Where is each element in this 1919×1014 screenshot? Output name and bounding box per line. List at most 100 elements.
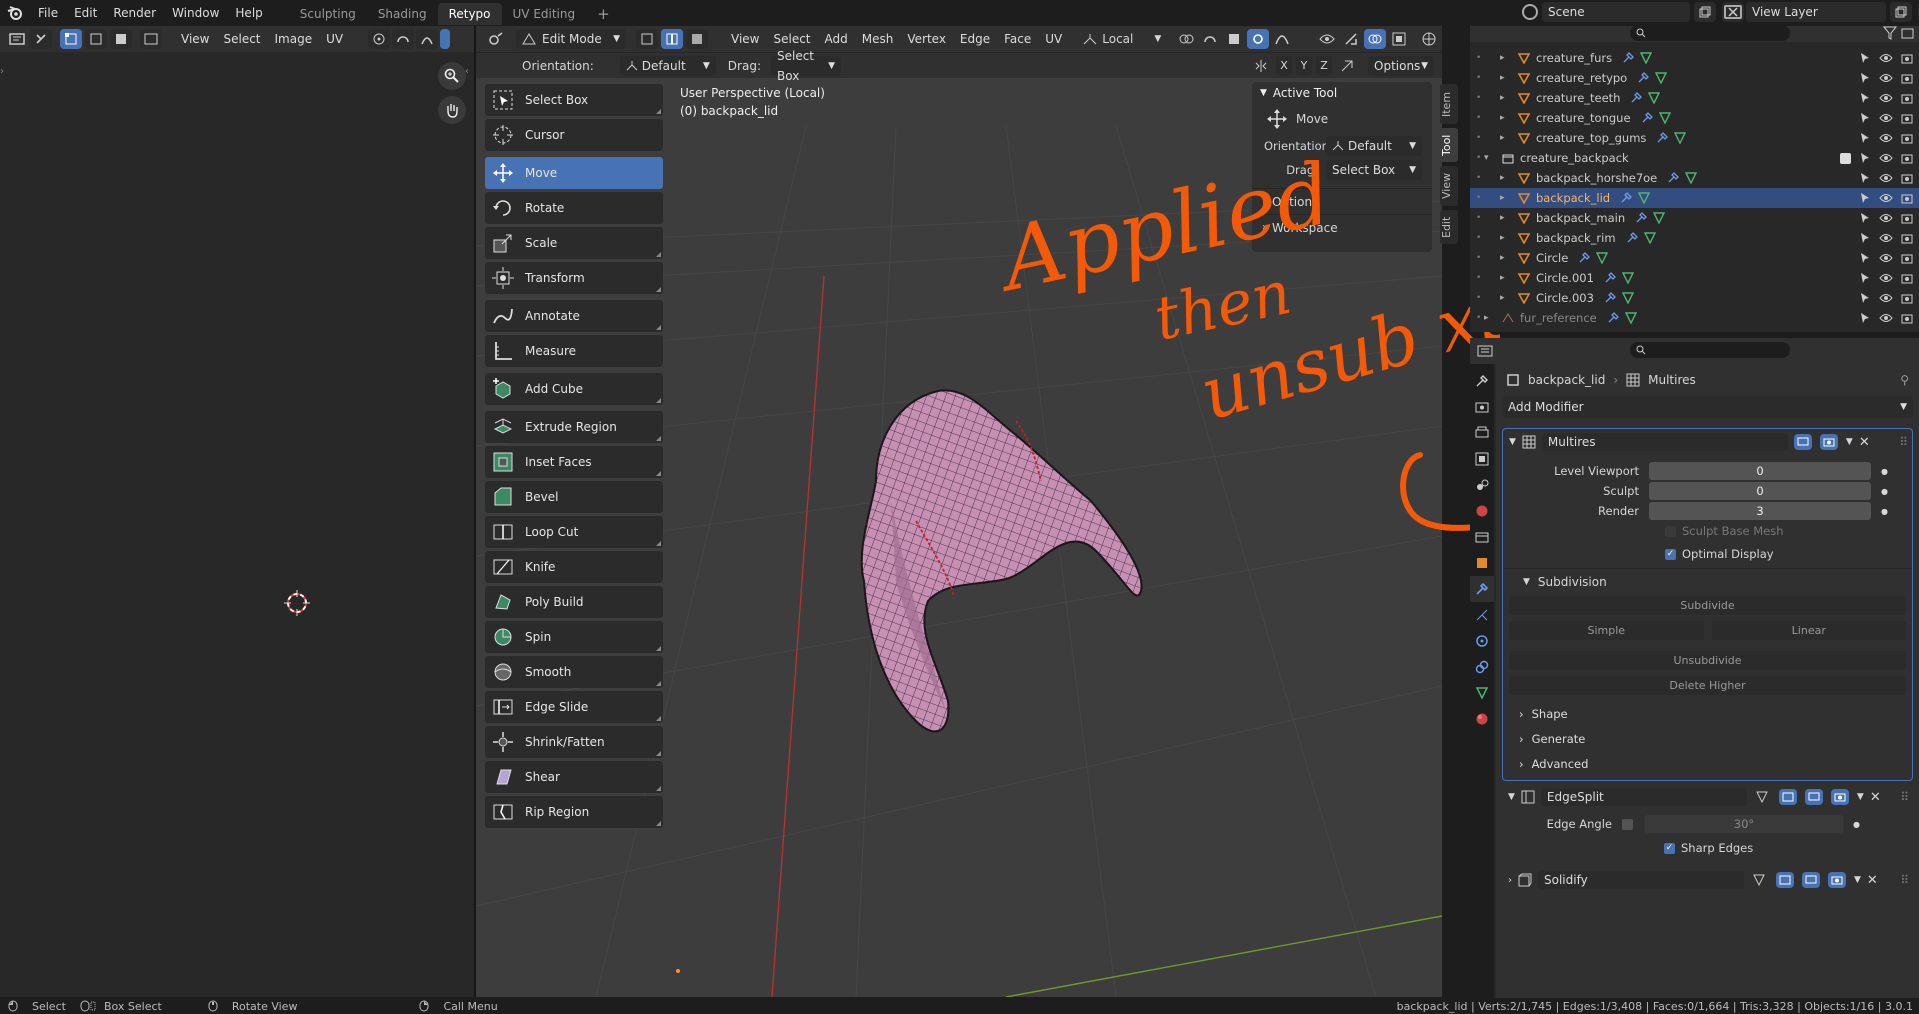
eye-icon[interactable] [1879,92,1893,104]
scene-field[interactable]: Scene [1542,2,1690,22]
data-tab-icon[interactable] [1470,680,1494,706]
uv-menu-view[interactable]: View [174,26,216,52]
drag-handle-icon[interactable]: ⠿ [1899,435,1908,449]
sculpt-base-mesh-row[interactable]: Sculpt Base Mesh [1503,521,1912,541]
delete-modifier-icon[interactable]: ✕ [1870,790,1881,805]
visibility-icon[interactable] [1316,29,1338,49]
simple-button[interactable]: Simple [1509,621,1704,640]
edge-mode-icon[interactable] [661,29,683,49]
viewport-menu-view[interactable]: View [724,26,766,52]
menu-help[interactable]: Help [227,0,270,26]
chevron-down-icon[interactable]: ▾ [1484,153,1496,163]
show-viewport-icon[interactable] [1802,872,1820,888]
selectable-arrow-icon[interactable] [1859,212,1871,224]
chevron-right-icon[interactable]: ▸ [1500,253,1512,263]
outliner-row[interactable]: • ▸ creature_teeth [1470,88,1919,108]
subdivision-section[interactable]: ▼ Subdivision [1503,568,1912,594]
exclude-checkbox[interactable] [1840,152,1851,164]
selectable-arrow-icon[interactable] [1859,312,1871,324]
camera-icon[interactable] [1901,252,1913,264]
on-cage-icon[interactable] [1776,872,1794,888]
chevron-right-icon[interactable]: ▸ [1484,313,1496,323]
chevron-right-icon[interactable]: ▸ [1500,133,1512,143]
constraints-tab-icon[interactable] [1470,654,1494,680]
camera-icon[interactable] [1901,192,1913,204]
menu-window[interactable]: Window [164,0,227,26]
subdivide-button[interactable]: Subdivide [1509,596,1906,615]
outliner-search[interactable] [1630,25,1790,41]
selectable-arrow-icon[interactable] [1859,152,1871,164]
chevron-right-icon[interactable]: ▸ [1500,113,1512,123]
linear-button[interactable]: Linear [1711,621,1906,640]
tool-select-box[interactable]: Select Box [485,84,663,116]
selectable-arrow-icon[interactable] [1859,192,1871,204]
camera-icon[interactable] [1901,132,1913,144]
edgesplit-name-field[interactable]: EdgeSplit [1540,788,1747,806]
tool-loop-cut[interactable]: Loop Cut [485,516,663,548]
add-modifier-dropdown[interactable]: Add Modifier ▼ [1502,396,1913,418]
menu-edit[interactable]: Edit [66,0,105,26]
npanel-orientation-dropdown[interactable]: Default ▼ [1326,136,1422,156]
tool-transform[interactable]: Transform [485,262,663,294]
tool-edge-slide[interactable]: Edge Slide [485,691,663,723]
view-layer-tab-icon[interactable] [1470,446,1494,472]
delete-modifier-icon[interactable]: ✕ [1867,873,1878,888]
tool-poly-build[interactable]: Poly Build [485,586,663,618]
tool-rip-region[interactable]: Rip Region [485,796,663,828]
chevron-right-icon[interactable]: ▸ [1500,93,1512,103]
menu-render[interactable]: Render [105,0,164,26]
proportional-edit-icon[interactable] [1247,29,1270,49]
camera-icon[interactable] [1901,152,1913,164]
uv-editor[interactable]: View Select Image UV ‹ › [0,26,474,997]
chevron-right-icon[interactable]: ▸ [1500,193,1512,203]
camera-icon[interactable] [1901,312,1913,324]
tool-knife[interactable]: Knife [485,551,663,583]
chevron-right-icon[interactable]: ▸ [1500,73,1512,83]
view-layer-field[interactable]: View Layer [1746,2,1886,22]
modifier-menu-icon[interactable]: ▼ [1857,792,1864,802]
topology-mirror-icon[interactable] [1336,56,1358,76]
particles-tab-icon[interactable] [1470,602,1494,628]
camera-icon[interactable] [1901,52,1913,64]
tool-annotate[interactable]: Annotate [485,300,663,332]
tool-spin[interactable]: Spin [485,621,663,653]
show-render-icon[interactable] [1830,789,1849,805]
viewport-editor-type-icon[interactable] [484,29,506,49]
eye-icon[interactable] [1879,232,1893,244]
tool-extrude-region[interactable]: Extrude Region [485,411,663,443]
unsubdivide-button[interactable]: Unsubdivide [1509,651,1906,670]
delete-modifier-icon[interactable]: ✕ [1859,435,1870,450]
selectable-arrow-icon[interactable] [1859,272,1871,284]
viewport-menu-edge[interactable]: Edge [953,26,997,52]
face-select-icon[interactable] [110,29,132,49]
physics-tab-icon[interactable] [1470,628,1494,654]
shape-section[interactable]: › Shape [1503,701,1912,726]
render-tab-icon[interactable] [1470,394,1494,420]
new-scene-icon[interactable] [1694,2,1716,22]
edge-angle-field[interactable]: 30° [1645,815,1843,833]
eye-icon[interactable] [1879,72,1893,84]
selectable-arrow-icon[interactable] [1859,52,1871,64]
eye-icon[interactable] [1879,112,1893,124]
camera-icon[interactable] [1901,272,1913,284]
axis-y-toggle[interactable]: Y [1296,55,1312,76]
scene-tab-icon[interactable] [1470,472,1494,498]
orientation-dropdown[interactable]: Default ▼ [619,55,716,76]
uv-menu-uv[interactable]: UV [319,26,350,52]
eye-icon[interactable] [1879,272,1893,284]
tool-inset-faces[interactable]: Inset Faces [485,446,663,478]
outliner-row[interactable]: • ▸ backpack_rim [1470,228,1919,248]
pivot-point-icon[interactable] [1175,29,1197,49]
camera-icon[interactable] [1901,172,1913,184]
on-cage-icon[interactable] [1778,789,1797,805]
modifier-tab-icon[interactable] [1470,576,1494,602]
output-tab-icon[interactable] [1470,420,1494,446]
pan-hand-icon[interactable] [438,96,466,124]
new-view-layer-icon[interactable] [1890,2,1912,22]
selectable-arrow-icon[interactable] [1859,172,1871,184]
tool-shrink-fatten[interactable]: Shrink/Fatten [485,726,663,758]
properties-editor[interactable]: backpack_lid › Multires ⚲ Add Modifier ▼… [1470,338,1919,998]
camera-icon[interactable] [1901,292,1913,304]
uv-proportional-icon[interactable] [416,29,439,49]
tool-scale[interactable]: Scale [485,227,663,259]
